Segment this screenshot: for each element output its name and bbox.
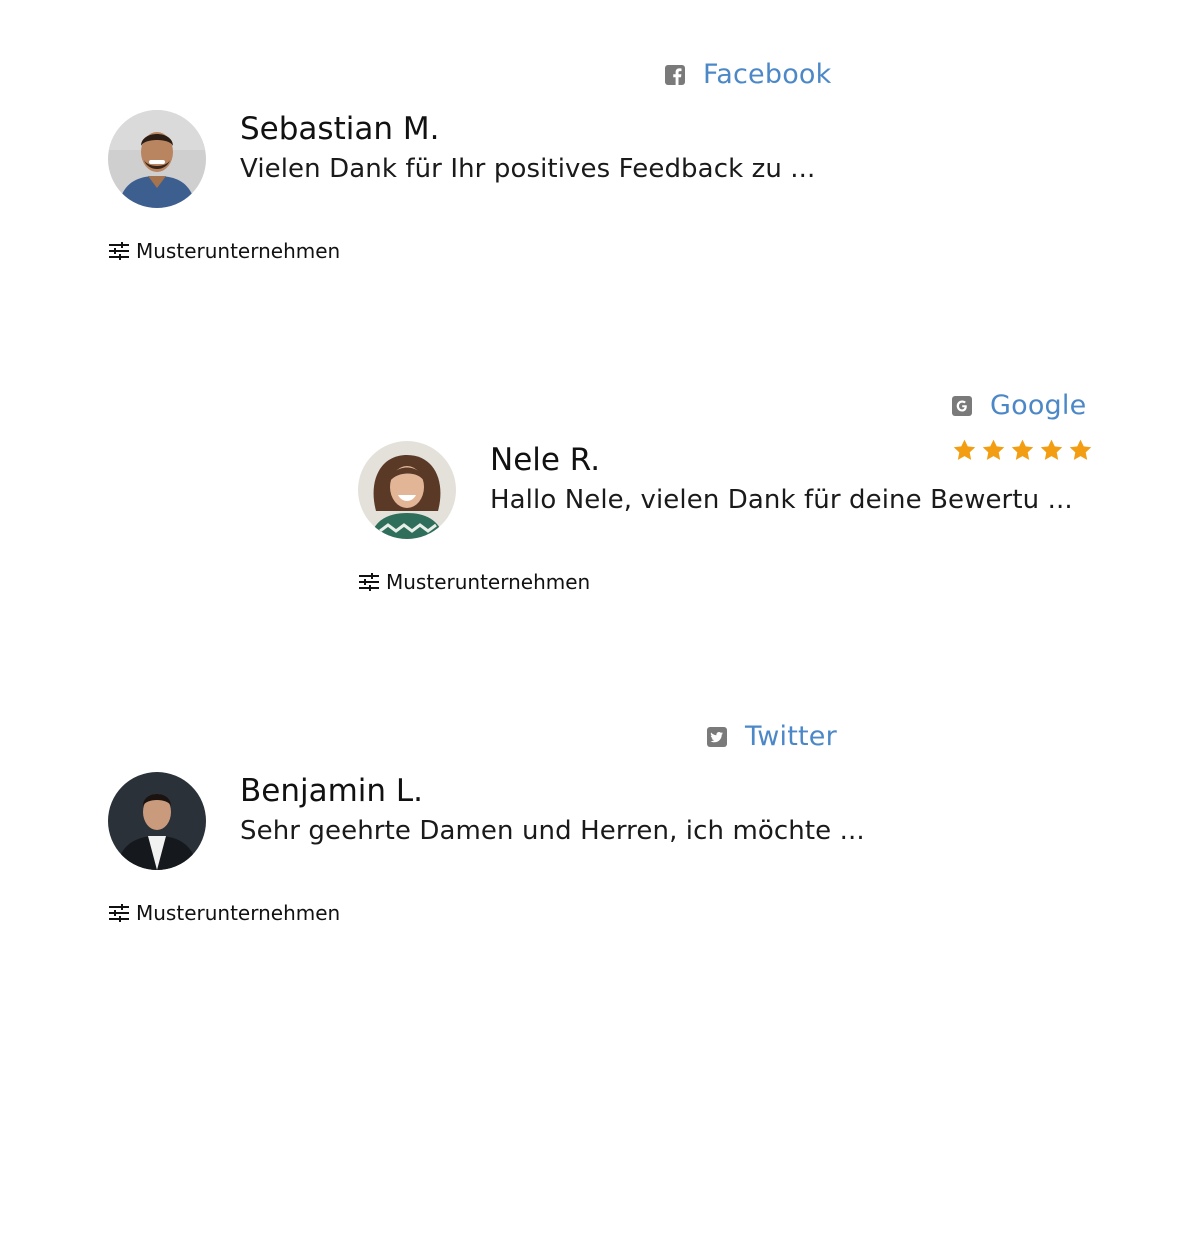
source-link[interactable]: Facebook (703, 58, 831, 92)
company-label: Musterunternehmen (136, 901, 341, 925)
source-link[interactable]: Google (990, 389, 1086, 423)
sliders-icon (109, 242, 129, 260)
avatar (108, 772, 206, 870)
review-source[interactable]: Twitter (707, 720, 837, 754)
star-rating (952, 438, 1093, 463)
sliders-icon (359, 573, 379, 591)
review-card: Twitter Benjamin L. Sehr geehrte Damen u… (108, 662, 1108, 925)
sliders-icon (109, 904, 129, 922)
star-icon (982, 439, 1005, 460)
review-source[interactable]: Facebook (665, 58, 831, 92)
review-message[interactable]: Hallo Nele, vielen Dank für deine Bewert… (490, 483, 1073, 517)
company-filter[interactable]: Musterunternehmen (358, 569, 590, 595)
reviewer-name: Benjamin L. (240, 773, 424, 809)
company-filter[interactable]: Musterunternehmen (108, 900, 340, 926)
facebook-icon (665, 65, 685, 85)
review-source[interactable]: Google (952, 389, 1086, 423)
star-icon (953, 439, 976, 460)
reviewer-name: Nele R. (490, 442, 601, 478)
company-label: Musterunternehmen (136, 239, 341, 263)
review-card: Google Nele R. Hallo Nele, vielen Dank f… (358, 331, 1200, 594)
source-link[interactable]: Twitter (745, 720, 837, 754)
review-card: Facebook Sebastian M. Vielen Dank für Ih… (108, 0, 1108, 263)
google-icon (952, 396, 972, 416)
star-icon (1011, 439, 1034, 460)
company-label: Musterunternehmen (386, 570, 591, 594)
star-icon (1069, 439, 1092, 460)
avatar (108, 110, 206, 208)
twitter-icon (707, 727, 727, 747)
reviewer-name: Sebastian M. (240, 111, 440, 147)
avatar (358, 441, 456, 539)
star-icon (1040, 439, 1063, 460)
review-message[interactable]: Vielen Dank für Ihr positives Feedback z… (240, 152, 815, 186)
review-message[interactable]: Sehr geehrte Damen und Herren, ich möcht… (240, 814, 865, 848)
company-filter[interactable]: Musterunternehmen (108, 238, 340, 264)
